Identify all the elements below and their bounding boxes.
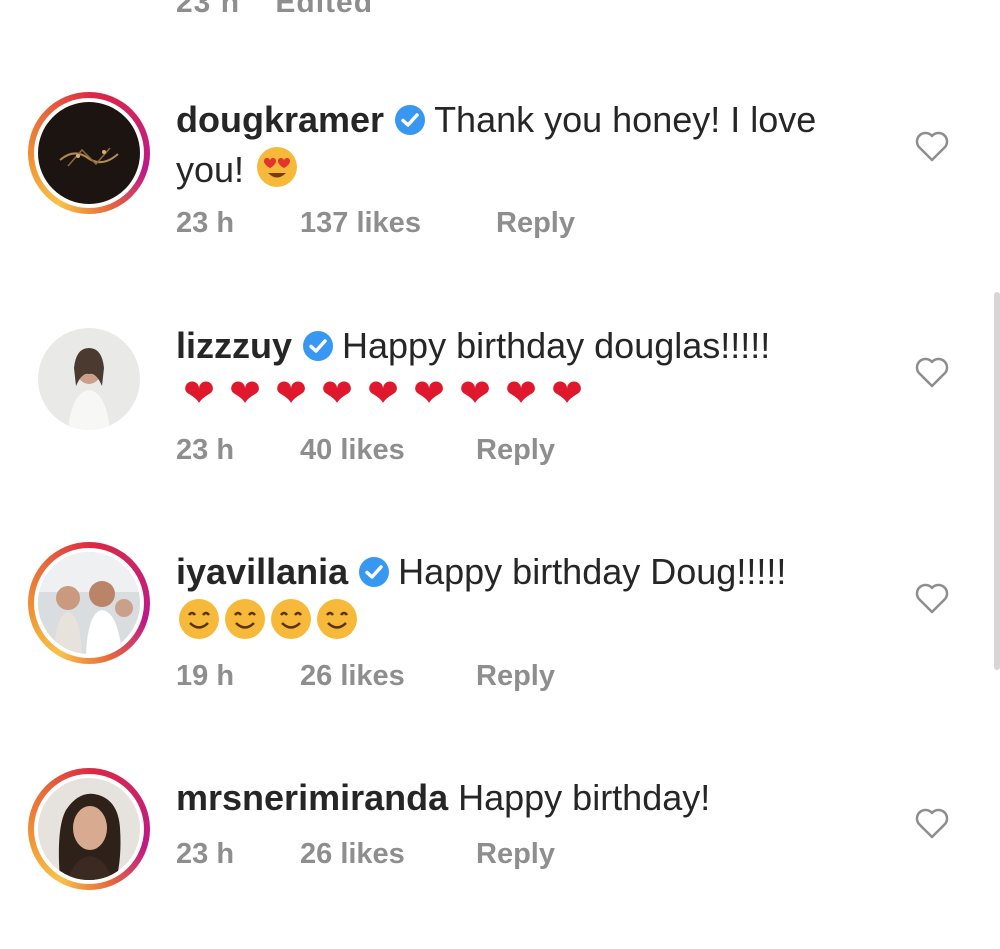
reply-button[interactable]: Reply [476, 434, 555, 467]
reply-button[interactable]: Reply [496, 207, 575, 240]
previous-comment-time: 23 h [176, 0, 241, 19]
reply-button[interactable]: Reply [476, 838, 555, 871]
comment-username[interactable]: dougkramer [176, 99, 384, 140]
comment-likes[interactable]: 26 likes [300, 838, 405, 871]
smiling-face-emoji-icon [179, 599, 219, 639]
verified-badge-icon [359, 557, 390, 587]
comment-username[interactable]: lizzzuy [176, 325, 292, 366]
avatar[interactable] [28, 542, 150, 664]
red-heart-emoji-icon: ❤ [505, 373, 537, 415]
smiling-face-emoji-icon [225, 599, 265, 639]
red-heart-emoji-icon: ❤ [367, 373, 399, 415]
red-heart-emoji-icon: ❤ [413, 373, 445, 415]
like-heart-icon[interactable] [912, 126, 952, 166]
red-heart-emoji-icon: ❤ [275, 373, 307, 415]
comment-text: Happy birthday Doug!!!!! [398, 551, 787, 592]
comment-time: 19 h [176, 660, 235, 692]
previous-comment-edited: Edited [275, 0, 374, 19]
verified-badge-icon [303, 331, 334, 361]
red-heart-emoji-icon: ❤ [459, 373, 491, 415]
avatar[interactable] [28, 768, 150, 890]
comment-likes[interactable]: 26 likes [300, 660, 405, 693]
comment-username[interactable]: iyavillania [176, 551, 348, 592]
comment-time: 23 h [176, 434, 235, 466]
comment-likes[interactable]: 137 likes [300, 207, 421, 240]
like-heart-icon[interactable] [912, 578, 952, 618]
avatar[interactable] [28, 92, 150, 214]
comment-text: Happy birthday douglas!!!!! [342, 325, 771, 366]
smiling-face-emoji-icon [317, 599, 357, 639]
comment-username[interactable]: mrsnerimiranda [176, 777, 448, 818]
smiling-face-emoji-icon [271, 599, 311, 639]
reply-button[interactable]: Reply [476, 660, 555, 693]
like-heart-icon[interactable] [912, 803, 952, 843]
comment-time: 23 h [176, 838, 235, 870]
verified-badge-icon [395, 105, 426, 135]
heart-eyes-emoji-icon [257, 147, 298, 187]
comment-text: Happy birthday! [458, 777, 711, 818]
previous-comment-meta: 23 h Edited [176, 0, 399, 20]
red-heart-emoji-icon: ❤ [321, 373, 353, 415]
comment-text: Thank you honey! I love [434, 99, 817, 140]
comment-time: 23 h [176, 207, 235, 239]
scrollbar[interactable] [994, 292, 1000, 670]
red-heart-emoji-icon: ❤ [229, 373, 261, 415]
like-heart-icon[interactable] [912, 352, 952, 392]
comment-likes[interactable]: 40 likes [300, 434, 405, 467]
comment-text-continued: you! [176, 149, 245, 190]
hearts-emoji-row: ❤ ❤ ❤ ❤ ❤ ❤ ❤ ❤ ❤ [176, 370, 590, 418]
smile-emoji-row [176, 596, 360, 646]
avatar[interactable] [28, 318, 150, 440]
red-heart-emoji-icon: ❤ [551, 373, 583, 415]
red-heart-emoji-icon: ❤ [183, 373, 215, 415]
